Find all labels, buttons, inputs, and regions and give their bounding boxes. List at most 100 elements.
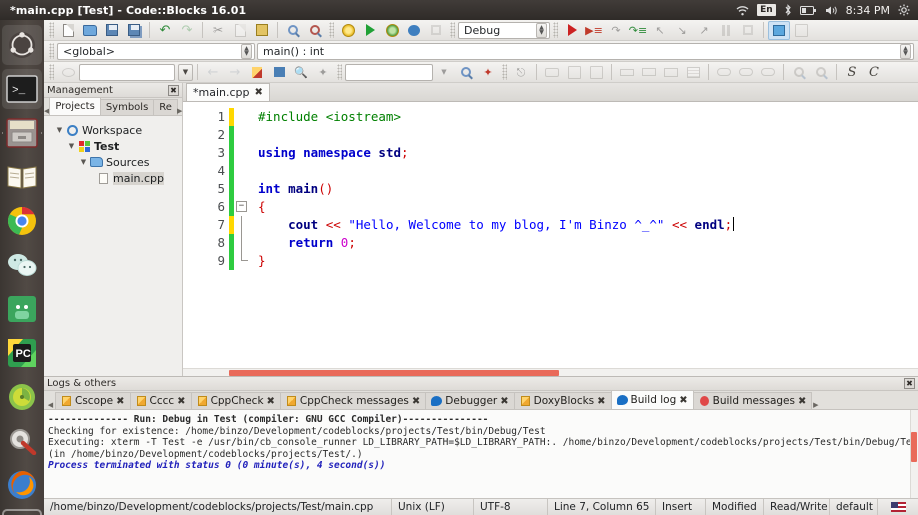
run-button[interactable]	[359, 21, 381, 40]
close-icon[interactable]: ✖	[267, 396, 275, 407]
goto-search-button[interactable]	[455, 63, 477, 82]
editor-tab-main-cpp[interactable]: *main.cpp ✖	[186, 83, 270, 101]
tab-resources[interactable]: Re	[153, 99, 178, 115]
toolbar-grip[interactable]	[329, 22, 334, 38]
dictionary-icon[interactable]	[2, 157, 42, 197]
build-target-select[interactable]: Debug ▲▼	[458, 22, 550, 39]
cut-button[interactable]: ✂	[207, 21, 229, 40]
toolbar-grip[interactable]	[502, 64, 507, 80]
toolbar-grip[interactable]	[49, 43, 54, 59]
stop-debugger-button[interactable]	[737, 21, 759, 40]
scope-select[interactable]: <global> ▲▼	[57, 43, 255, 60]
expander-icon[interactable]: ▼	[66, 142, 77, 150]
close-icon[interactable]: ✖	[255, 87, 263, 98]
bluetooth-icon[interactable]	[784, 4, 792, 16]
close-icon[interactable]: ✖	[177, 396, 185, 407]
expander-icon[interactable]: ▼	[54, 126, 65, 134]
expander-icon[interactable]: ▼	[78, 158, 89, 166]
close-icon[interactable]: ✖	[597, 396, 605, 407]
gear-icon[interactable]	[898, 4, 910, 16]
zoom-in-button[interactable]	[788, 63, 810, 82]
tabs-scroll-right-icon[interactable]: ▶	[811, 401, 820, 409]
goto-clear-button[interactable]: ✦	[477, 63, 499, 82]
logs-vertical-scrollbar[interactable]	[910, 410, 918, 498]
find-button[interactable]	[282, 21, 304, 40]
tree-item-main-cpp[interactable]: main.cpp	[48, 170, 182, 186]
tab-cppcheck-messages[interactable]: CppCheck messages ✖	[280, 392, 426, 409]
chrome-icon[interactable]	[2, 201, 42, 241]
zoom-out-button[interactable]	[810, 63, 832, 82]
redo-button[interactable]: ↷	[176, 21, 198, 40]
tabs-scroll-left-icon[interactable]: ◀	[46, 401, 55, 409]
spinner-icon[interactable]: ▲▼	[241, 44, 252, 59]
tab-build-log[interactable]: Build log ✖	[611, 391, 694, 409]
clear-button[interactable]: ✦	[312, 63, 334, 82]
open-file-button[interactable]	[79, 21, 101, 40]
keyboard-layout-indicator[interactable]: En	[757, 4, 776, 16]
android-studio-icon[interactable]	[2, 289, 42, 329]
wifi-icon[interactable]	[736, 5, 749, 16]
goto-dropdown-icon[interactable]: ▼	[433, 63, 455, 82]
search-icon[interactable]	[57, 63, 79, 82]
new-file-button[interactable]	[57, 21, 79, 40]
tab-projects[interactable]: Projects	[49, 97, 100, 115]
status-language[interactable]	[878, 499, 918, 515]
pointer-tool-button[interactable]: ⎋	[510, 63, 532, 82]
code-editor[interactable]: 1 2 3 4 5 6 7 8 9	[183, 102, 918, 376]
close-icon[interactable]: ✖	[679, 395, 687, 406]
clock[interactable]: 8:34 PM	[846, 4, 890, 17]
firefox-icon[interactable]	[2, 465, 42, 505]
wechat-icon[interactable]	[2, 245, 42, 285]
search-history-dropdown[interactable]: ▼	[178, 64, 193, 81]
step-out-button[interactable]: ↖	[649, 21, 671, 40]
spinner-icon[interactable]: ▲▼	[900, 44, 911, 59]
togglebutton-tool-button[interactable]	[735, 63, 757, 82]
save-all-button[interactable]	[123, 21, 145, 40]
toolbar-grip[interactable]	[49, 64, 54, 80]
goto-input[interactable]	[345, 64, 433, 81]
function-select[interactable]: main() : int ▲▼	[257, 43, 914, 60]
next-instruction-button[interactable]: ↘	[671, 21, 693, 40]
listbox-tool-button[interactable]	[660, 63, 682, 82]
textctrl-tool-button[interactable]	[616, 63, 638, 82]
close-icon[interactable]: ✖	[904, 378, 915, 389]
codeblocks-icon[interactable]	[2, 509, 42, 515]
horizontal-scrollbar[interactable]	[183, 368, 918, 376]
source-button[interactable]: S	[841, 63, 863, 82]
next-line-button[interactable]: ↷	[605, 21, 627, 40]
prev-result-button[interactable]: ←	[202, 63, 224, 82]
close-icon[interactable]: ✖	[412, 396, 420, 407]
paste-button[interactable]	[251, 21, 273, 40]
build-log-content[interactable]: -------------- Run: Debug in Test (compi…	[44, 410, 918, 498]
tree-item-test[interactable]: ▼ Test	[48, 138, 182, 154]
tree-item-workspace[interactable]: ▼ Workspace	[48, 122, 182, 138]
tab-build-messages[interactable]: Build messages ✖	[693, 392, 813, 409]
close-icon[interactable]: ✖	[798, 396, 806, 407]
scrollbar-thumb[interactable]	[911, 432, 917, 462]
spinner-icon[interactable]: ▲▼	[536, 23, 547, 38]
binoculars-button[interactable]: 🔍	[290, 63, 312, 82]
close-icon[interactable]: ✖	[168, 85, 179, 96]
volume-icon[interactable]	[825, 5, 838, 16]
tab-cccc[interactable]: Cccc ✖	[130, 392, 192, 409]
tabs-scroll-right-icon[interactable]: ▶	[177, 107, 182, 115]
next-result-button[interactable]: →	[224, 63, 246, 82]
debugging-windows-button[interactable]	[768, 21, 790, 40]
replace-button[interactable]	[304, 21, 326, 40]
ubuntu-dash-icon[interactable]	[2, 25, 42, 65]
tab-debugger[interactable]: Debugger ✖	[425, 392, 514, 409]
android-sdk-icon[interactable]	[2, 377, 42, 417]
build-button[interactable]	[337, 21, 359, 40]
highlight-button[interactable]	[246, 63, 268, 82]
panel-tool-button[interactable]	[541, 63, 563, 82]
combobox-tool-button[interactable]	[638, 63, 660, 82]
system-settings-icon[interactable]	[2, 421, 42, 461]
tab-symbols[interactable]: Symbols	[100, 99, 154, 115]
tab-cppcheck[interactable]: CppCheck ✖	[191, 392, 281, 409]
toolbar-grip[interactable]	[553, 22, 558, 38]
search-input[interactable]	[79, 64, 175, 81]
build-and-run-button[interactable]	[381, 21, 403, 40]
fold-toggle-icon[interactable]: −	[234, 198, 250, 216]
debug-continue-button[interactable]	[561, 21, 583, 40]
image-tool-button[interactable]	[563, 63, 585, 82]
